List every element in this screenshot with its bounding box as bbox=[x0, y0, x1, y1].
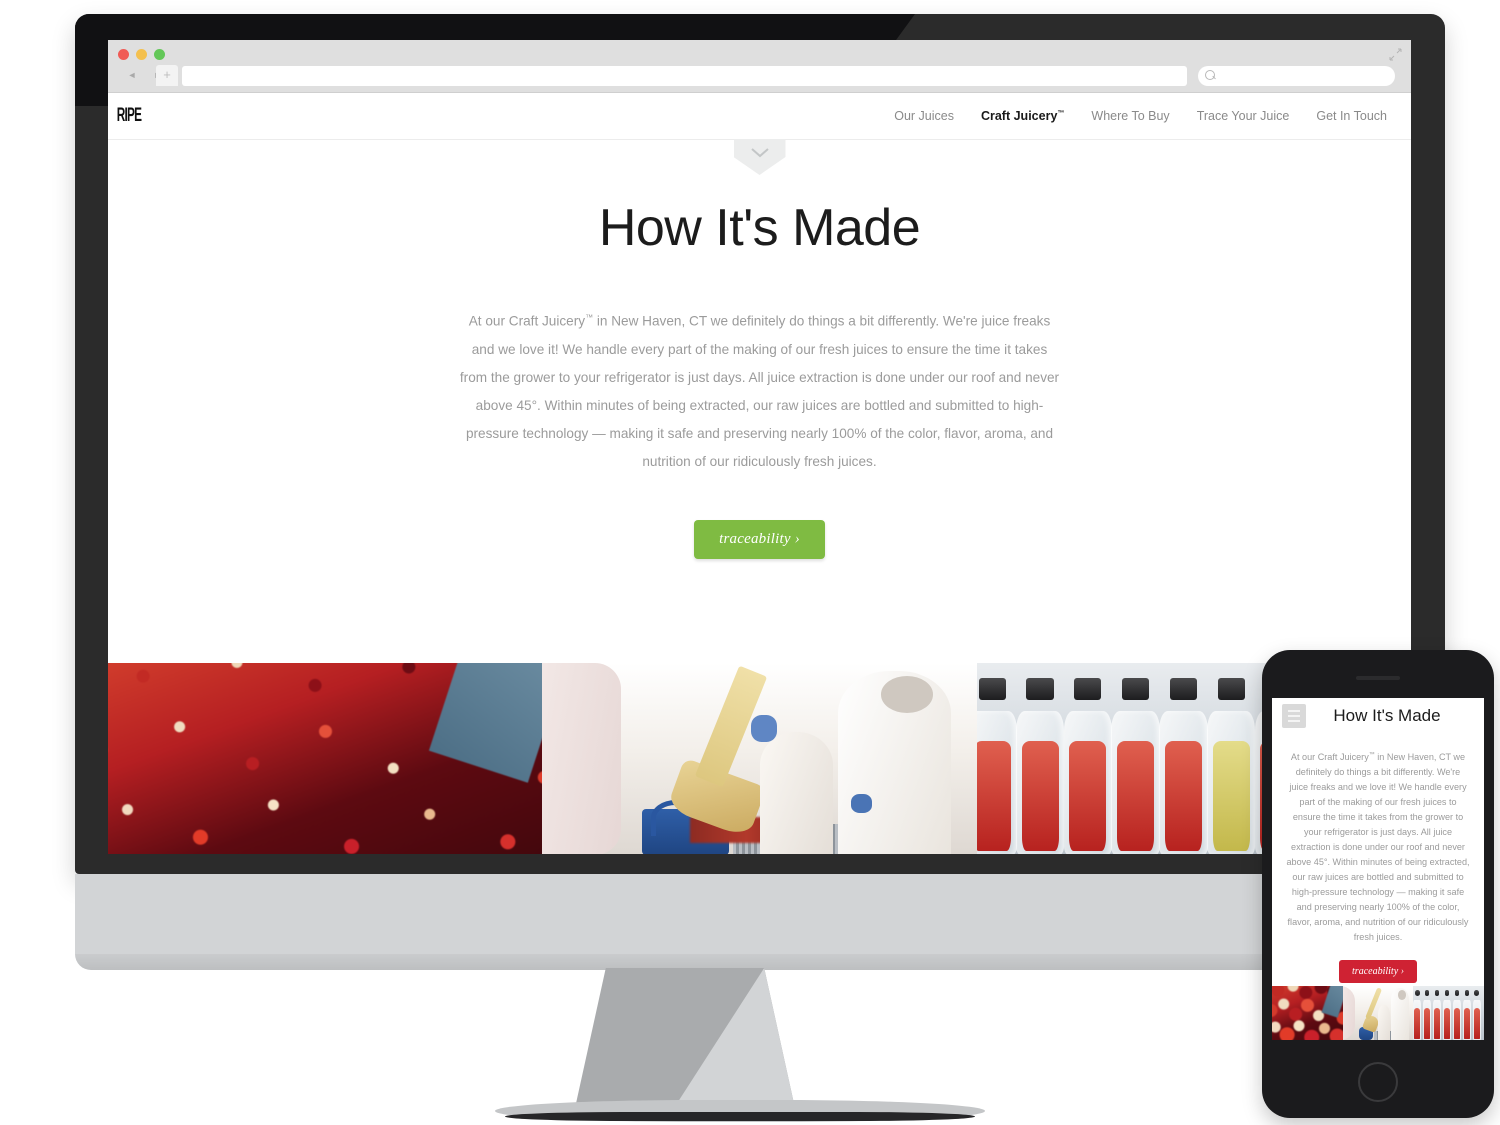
phone-home-button[interactable] bbox=[1358, 1062, 1398, 1102]
photo-strip bbox=[108, 663, 1411, 854]
monitor-chin bbox=[75, 874, 1303, 970]
nav-item-get-in-touch[interactable]: Get In Touch bbox=[1316, 109, 1387, 123]
page-title: How It's Made bbox=[598, 199, 921, 257]
back-arrow-icon[interactable]: ◄ bbox=[120, 67, 144, 84]
traceability-button[interactable]: traceability › bbox=[694, 519, 825, 559]
phone-speaker bbox=[1356, 676, 1400, 680]
monitor-stand-base-edge bbox=[505, 1112, 975, 1121]
website-viewport: RIPE Our Juices Craft Juicery™ Where To … bbox=[108, 93, 1411, 854]
maximize-window-button[interactable] bbox=[154, 49, 165, 60]
bottle-shape bbox=[1206, 671, 1256, 854]
chevron-down-icon bbox=[750, 148, 769, 158]
nav-item-our-juices[interactable]: Our Juices bbox=[894, 109, 954, 123]
site-header: RIPE Our Juices Craft Juicery™ Where To … bbox=[108, 93, 1411, 140]
nav-item-craft-juicery-label: Craft Juicery bbox=[980, 109, 1058, 123]
browser-tab-row: + bbox=[156, 65, 1401, 86]
hero-paragraph-part1: At our Craft Juicery bbox=[468, 313, 586, 329]
nav-item-trace-your-juice[interactable]: Trace Your Juice bbox=[1197, 109, 1290, 123]
blue-glove-shape bbox=[750, 714, 777, 742]
window-traffic-lights bbox=[118, 49, 165, 60]
vat-shape bbox=[542, 663, 621, 854]
minimize-window-button[interactable] bbox=[136, 49, 147, 60]
nav-item-craft-juicery[interactable]: Craft Juicery™ bbox=[981, 109, 1064, 123]
close-window-button[interactable] bbox=[118, 49, 129, 60]
hero-paragraph-part2: in New Haven, CT we definitely do things… bbox=[459, 313, 1060, 469]
scene: ◄ ► + RIPE bbox=[0, 0, 1500, 1125]
bottle-shape bbox=[1159, 671, 1208, 854]
mobile-page-title: How It's Made bbox=[1333, 706, 1441, 725]
worker-hood-shape bbox=[881, 676, 934, 713]
ripe-logo[interactable]: RIPE bbox=[113, 105, 142, 127]
blue-glove-shape bbox=[850, 793, 873, 813]
trademark-symbol: ™ bbox=[1057, 109, 1065, 117]
mobile-paragraph-part2: in New Haven, CT we definitely do things… bbox=[1286, 752, 1470, 943]
mobile-photo-juice-bottling-line[interactable] bbox=[1413, 986, 1484, 1040]
hero-paragraph: At our Craft Juicery™ in New Haven, CT w… bbox=[460, 304, 1060, 476]
hero-section: How It's Made At our Craft Juicery™ in N… bbox=[108, 140, 1411, 559]
monitor-chin-shade bbox=[75, 954, 1303, 970]
mobile-photo-workers-processing-facility[interactable] bbox=[1342, 986, 1414, 1040]
nav-item-where-to-buy[interactable]: Where To Buy bbox=[1091, 109, 1169, 123]
mobile-photo-strip bbox=[1272, 986, 1484, 1040]
mobile-paragraph-part1: At our Craft Juicery bbox=[1290, 752, 1369, 763]
new-tab-button[interactable]: + bbox=[156, 65, 178, 86]
main-navigation: Our Juices Craft Juicery™ Where To Buy T… bbox=[894, 109, 1387, 123]
browser-search-field[interactable] bbox=[1198, 66, 1395, 86]
mobile-photo-cranberries-in-blue-bin[interactable] bbox=[1272, 986, 1343, 1040]
monitor-stand-neck bbox=[575, 968, 795, 1108]
phone-screen: How It's Made At our Craft Juicery™ in N… bbox=[1272, 698, 1484, 1040]
trademark-symbol: ™ bbox=[585, 313, 594, 322]
hero-cta-wrap: traceability › bbox=[108, 519, 1411, 559]
mobile-paragraph: At our Craft Juicery™ in New Haven, CT w… bbox=[1286, 748, 1470, 945]
fullscreen-expand-icon[interactable] bbox=[1389, 48, 1402, 61]
bottle-shape bbox=[1015, 671, 1065, 854]
search-icon bbox=[1205, 70, 1215, 80]
mobile-header: How It's Made bbox=[1272, 698, 1484, 744]
photo-cranberries-in-blue-bin[interactable] bbox=[108, 663, 543, 854]
photo-workers-processing-facility[interactable] bbox=[542, 663, 977, 854]
address-bar[interactable] bbox=[182, 66, 1187, 86]
monitor-stand-highlight bbox=[674, 968, 795, 1108]
desktop-monitor: ◄ ► + RIPE bbox=[75, 14, 1445, 874]
browser-chrome: ◄ ► + bbox=[108, 40, 1411, 93]
mobile-content: At our Craft Juicery™ in New Haven, CT w… bbox=[1272, 748, 1484, 984]
bottle-shape bbox=[1111, 671, 1160, 854]
worker-back-shape bbox=[759, 732, 834, 854]
monitor-screen: ◄ ► + RIPE bbox=[108, 40, 1411, 854]
bottle-shape bbox=[1063, 671, 1113, 854]
mobile-traceability-button[interactable]: traceability › bbox=[1339, 960, 1417, 984]
bottle-shape bbox=[976, 671, 1017, 854]
mobile-phone: How It's Made At our Craft Juicery™ in N… bbox=[1262, 650, 1494, 1118]
